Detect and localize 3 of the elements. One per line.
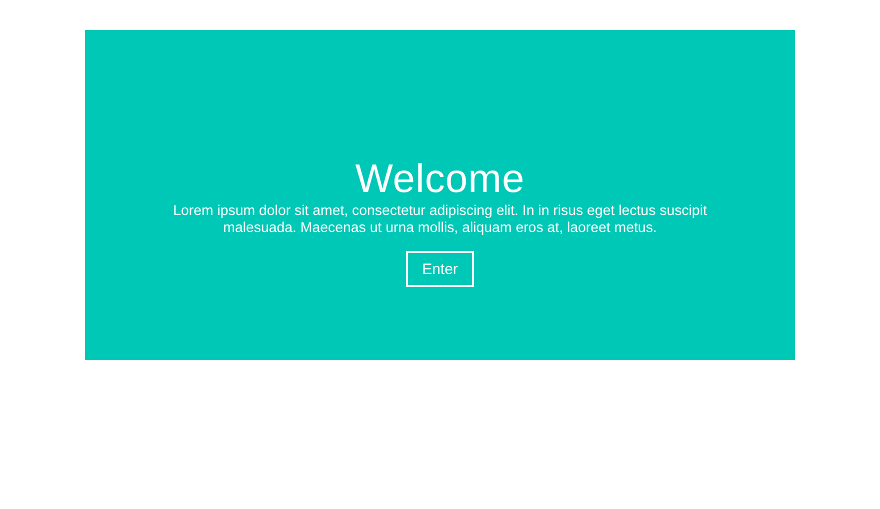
enter-button[interactable]: Enter bbox=[406, 251, 474, 287]
welcome-title: Welcome bbox=[355, 156, 525, 202]
intro-paragraph: Lorem ipsum dolor sit amet, consectetur adipiscing elit. In in risus eget lectus suscipit malesuada. Maecenas ut urna mollis, aliquam eros at, laoreet metus. bbox=[172, 203, 708, 237]
